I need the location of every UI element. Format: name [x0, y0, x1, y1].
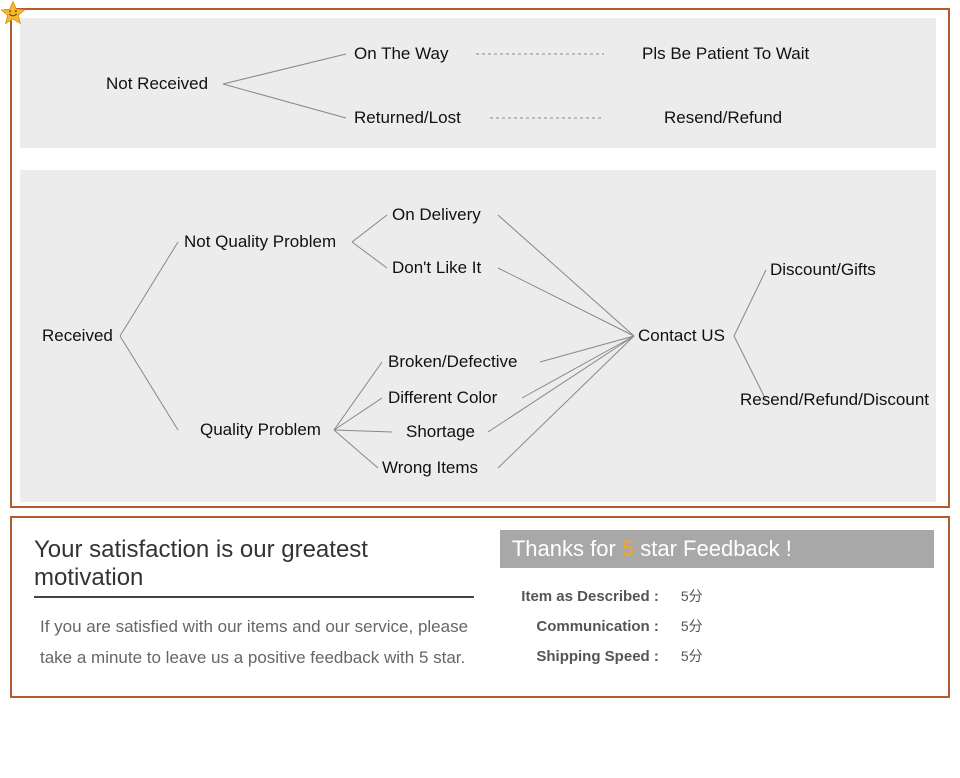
- thanks-suffix: star Feedback !: [634, 536, 792, 561]
- root-received: Received: [42, 326, 113, 346]
- root-not-received: Not Received: [106, 74, 208, 94]
- leaf-broken: Broken/Defective: [388, 352, 517, 372]
- thanks-prefix: Thanks for: [512, 536, 622, 561]
- hub-contact-us: Contact US: [638, 326, 725, 346]
- rating-label: Communication :: [504, 618, 659, 635]
- panel-received: Received Not Quality Problem Quality Pro…: [20, 170, 936, 502]
- leaf-on-delivery: On Delivery: [392, 205, 481, 225]
- node-on-the-way: On The Way: [354, 44, 448, 64]
- feedback-frame: Your satisfaction is our greatest motiva…: [10, 516, 950, 698]
- decision-frame: Not Received On The Way Returned/Lost Pl…: [10, 8, 950, 508]
- feedback-right: Thanks for 5 star Feedback ! Item as Des…: [500, 530, 934, 684]
- rating-label: Shipping Speed :: [504, 648, 659, 665]
- thanks-bar: Thanks for 5 star Feedback !: [500, 530, 934, 568]
- thanks-five: 5: [622, 536, 634, 561]
- feedback-body: If you are satisfied with our items and …: [26, 608, 482, 683]
- leaf-shortage: Shortage: [406, 422, 475, 442]
- feedback-left: Your satisfaction is our greatest motiva…: [26, 530, 482, 684]
- outcome-discount-gifts: Discount/Gifts: [770, 260, 876, 280]
- outcome-resend-refund-discount: Resend/Refund/Discount: [740, 390, 929, 410]
- rating-row: Communication : 5分: [504, 616, 930, 636]
- node-returned-lost: Returned/Lost: [354, 108, 461, 128]
- outcome-resend-refund: Resend/Refund: [664, 108, 782, 128]
- panel-not-received: Not Received On The Way Returned/Lost Pl…: [20, 18, 936, 148]
- leaf-different-color: Different Color: [388, 388, 497, 408]
- rating-score: 5分: [681, 616, 703, 636]
- rating-row: Item as Described : 5分: [504, 586, 930, 606]
- rating-score: 5分: [681, 646, 703, 666]
- feedback-heading: Your satisfaction is our greatest motiva…: [26, 530, 482, 596]
- node-not-quality: Not Quality Problem: [184, 232, 336, 252]
- heading-underline: [34, 596, 474, 598]
- leaf-wrong-items: Wrong Items: [382, 458, 478, 478]
- leaf-dont-like: Don't Like It: [392, 258, 481, 278]
- ratings-block: Item as Described : 5分 Communication :: [500, 568, 934, 684]
- outcome-patient: Pls Be Patient To Wait: [642, 44, 809, 64]
- rating-label: Item as Described :: [504, 588, 659, 605]
- rating-score: 5分: [681, 586, 703, 606]
- node-quality: Quality Problem: [200, 420, 321, 440]
- rating-row: Shipping Speed : 5分: [504, 646, 930, 666]
